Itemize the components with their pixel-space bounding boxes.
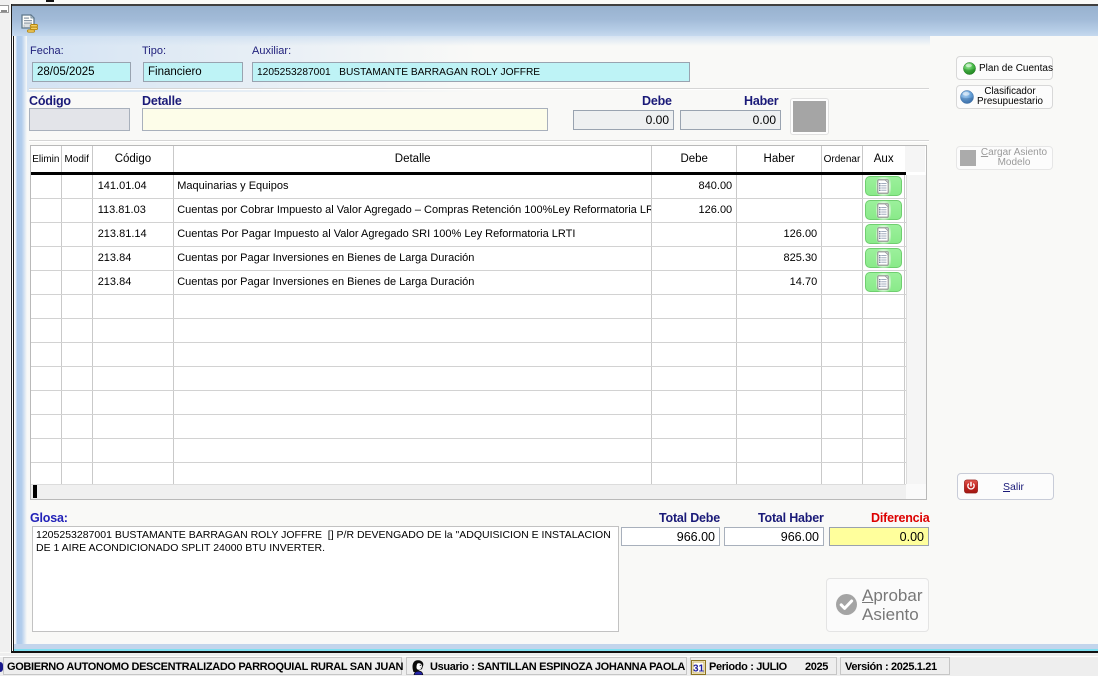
svg-text:31: 31 bbox=[693, 664, 705, 675]
